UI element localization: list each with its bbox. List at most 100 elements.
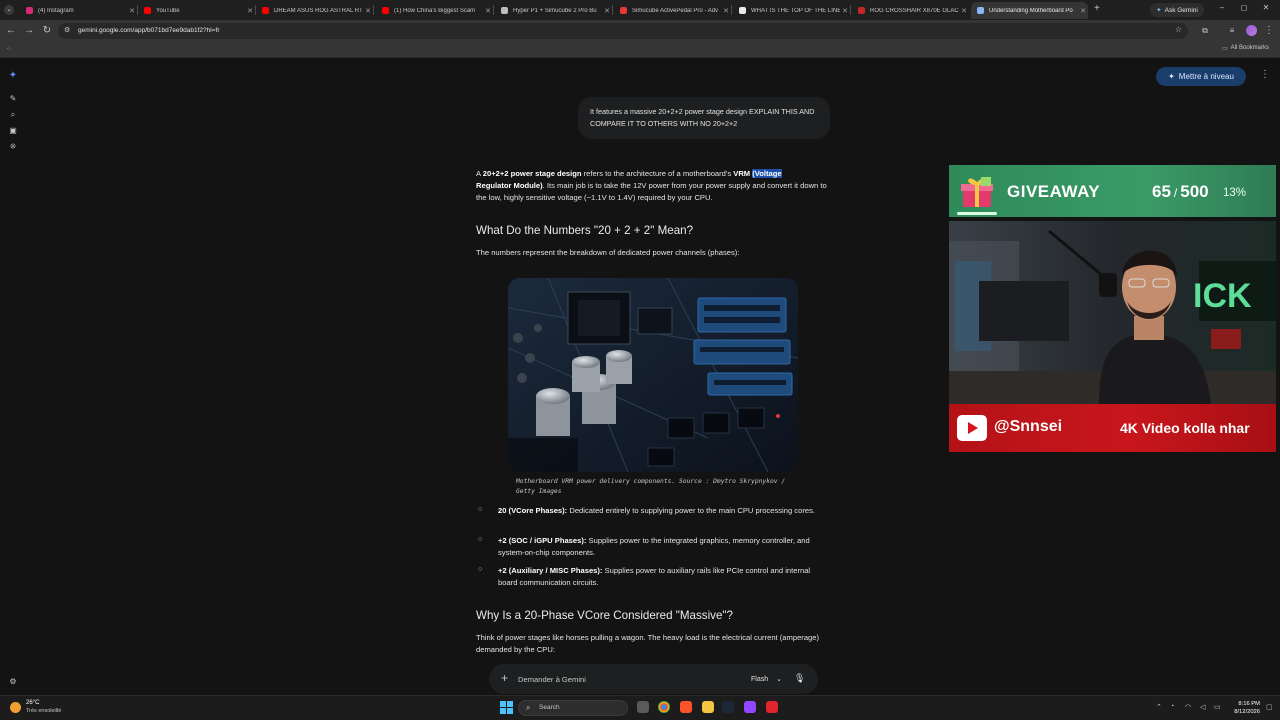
search-icon: ⌕ — [526, 703, 531, 712]
tab-close-icon[interactable]: ✕ — [840, 7, 850, 15]
settings-icon[interactable]: ⚙ — [8, 677, 18, 686]
network-icon[interactable]: ◔ — [1170, 703, 1174, 710]
giveaway-banner: GIVEAWAY 65/500 13% — [949, 165, 1276, 217]
tab-close-icon[interactable]: ✕ — [602, 7, 612, 15]
browser-tab[interactable]: Hyper P1 + Simucube 2 Pro Bu ✕ — [495, 2, 612, 19]
windows-logo-icon — [500, 701, 513, 714]
giveaway-count: 65/500 — [1152, 182, 1209, 201]
browser-tab[interactable]: (4) Instagram ✕ — [20, 2, 137, 19]
new-chat-icon[interactable]: ✎ — [8, 94, 18, 103]
app-icon[interactable] — [766, 701, 778, 713]
tab-close-icon[interactable]: ✕ — [1078, 7, 1088, 15]
apps-icon[interactable]: ⁘ — [6, 45, 12, 53]
tray-overflow-icon[interactable]: ⌃ — [1156, 703, 1162, 711]
tab-title: Simucube ActivePedal Pro - Adv — [632, 7, 719, 14]
browser-tab[interactable]: WHAT IS THE TOP OF THE LINE ✕ — [733, 2, 850, 19]
tab-favicon-icon — [739, 7, 746, 14]
tab-close-icon[interactable]: ✕ — [721, 7, 731, 15]
clock-date: 8/12/2026 — [1234, 709, 1260, 715]
chevron-down-icon: ⌄ — [776, 676, 782, 683]
all-bookmarks-button[interactable]: ▭ All Bookmarks — [1222, 45, 1269, 52]
battery-icon[interactable]: ▭ — [1214, 703, 1221, 711]
bookmark-star-icon[interactable]: ☆ — [1175, 25, 1182, 34]
windows-taskbar: 26°C Très ensoleillé ⌕ Search ⌃ ◔ ◠ ◁ ▭ … — [0, 695, 1280, 720]
motherboard-vrm-image[interactable] — [508, 278, 798, 472]
obs-icon[interactable] — [744, 701, 756, 713]
back-icon[interactable]: ← — [4, 24, 18, 38]
list-item: +2 (SOC / iGPU Phases): Supplies power t… — [498, 535, 828, 559]
browser-tab[interactable]: (1) How China's Biggest Scam ✕ — [376, 2, 493, 19]
task-view-icon[interactable] — [637, 701, 649, 713]
upgrade-button[interactable]: ✦ Mettre à niveau — [1156, 67, 1246, 86]
tab-title: WHAT IS THE TOP OF THE LINE — [751, 7, 840, 14]
browser-menu-icon[interactable]: ⋮ — [1262, 24, 1276, 38]
model-label: Flash — [751, 676, 769, 683]
page-menu-icon[interactable]: ⋮ — [1260, 69, 1270, 80]
file-explorer-icon[interactable] — [702, 701, 714, 713]
gemini-logo-icon[interactable]: ✦ — [8, 70, 18, 81]
search-icon[interactable]: ⌕ — [8, 110, 18, 120]
intro-bold-2: VRM — [733, 169, 753, 178]
media-control-icon[interactable]: ≡ — [1225, 24, 1239, 38]
maximize-window-icon[interactable]: ◻ — [1234, 3, 1254, 12]
tab-separator — [373, 5, 374, 15]
gems-icon[interactable]: ⁜ — [8, 142, 18, 151]
tab-close-icon[interactable]: ✕ — [959, 7, 969, 15]
weather-temperature: 26°C — [26, 700, 40, 706]
list-item-term: 20 (VCore Phases): — [498, 506, 568, 515]
browser-tab[interactable]: DREAM ASUS ROG ASTRAL RTX ✕ — [256, 2, 373, 19]
close-window-icon[interactable]: ✕ — [1256, 3, 1276, 12]
wifi-icon[interactable]: ◠ — [1185, 703, 1191, 711]
webcam-image: ICK — [949, 221, 1276, 404]
chrome-icon[interactable] — [658, 701, 670, 713]
start-button[interactable] — [500, 701, 513, 714]
notification-icon[interactable]: ▢ — [1266, 703, 1273, 711]
tab-title: (4) Instagram — [38, 7, 74, 14]
taskbar-clock[interactable]: 8:16 PM 8/12/2026 — [1226, 700, 1260, 716]
tab-close-icon[interactable]: ✕ — [245, 7, 255, 15]
browser-tab[interactable]: ROG CROSSHAIR X870E GLACI ✕ — [852, 2, 969, 19]
address-bar[interactable]: ⚙ gemini.google.com/app/b071bd7ee9dab1f2… — [58, 23, 1188, 39]
steam-icon[interactable] — [722, 701, 734, 713]
list-item-term: +2 (SOC / iGPU Phases): — [498, 536, 587, 545]
volume-icon[interactable]: ◁ — [1200, 703, 1205, 711]
brave-icon[interactable] — [680, 701, 692, 713]
forward-icon[interactable]: → — [22, 24, 36, 38]
tab-favicon-icon — [620, 7, 627, 14]
list-bullet-icon: ○ — [478, 506, 483, 513]
intro-bold-1: 20+2+2 power stage design — [482, 169, 582, 178]
tab-close-icon[interactable]: ✕ — [363, 7, 373, 15]
library-icon[interactable]: ▣ — [8, 126, 18, 135]
taskbar-search[interactable]: ⌕ Search — [518, 700, 628, 716]
site-info-icon[interactable]: ⚙ — [64, 26, 70, 34]
browser-tab[interactable]: Simucube ActivePedal Pro - Adv ✕ — [614, 2, 731, 19]
browser-tab-strip: ⌄ (4) Instagram ✕ YouTube ✕ DREAM ASUS ROG A… — [0, 0, 1280, 20]
model-selector[interactable]: Flash ⌄ — [751, 675, 782, 683]
tab-title: ROG CROSSHAIR X870E GLACI — [870, 7, 959, 14]
tab-favicon-icon — [26, 7, 33, 14]
intro-highlighted-selection: (Voltage — [752, 169, 782, 178]
microphone-icon[interactable]: 🎙 — [794, 673, 805, 684]
tab-close-icon[interactable]: ✕ — [127, 7, 137, 15]
extensions-icon[interactable]: ⧉ — [1198, 24, 1212, 38]
add-attachment-icon[interactable]: + — [501, 671, 508, 685]
tab-favicon-icon — [144, 7, 151, 14]
profile-avatar[interactable] — [1246, 25, 1257, 36]
reload-icon[interactable]: ↻ — [40, 24, 54, 38]
browser-tab[interactable]: Understanding Motherboard Po ✕ — [971, 2, 1088, 19]
tab-favicon-icon — [382, 7, 389, 14]
browser-tab[interactable]: YouTube ✕ — [138, 2, 255, 19]
new-tab-button[interactable]: + — [1094, 3, 1100, 14]
minimize-window-icon[interactable]: – — [1212, 3, 1232, 12]
upgrade-label: Mettre à niveau — [1178, 72, 1234, 81]
tab-close-icon[interactable]: ✕ — [483, 7, 493, 15]
tab-favicon-icon — [858, 7, 865, 14]
prompt-input-box[interactable]: + Demander à Gemini Flash ⌄ 🎙 — [489, 664, 818, 694]
tab-title: Hyper P1 + Simucube 2 Pro Bu — [513, 7, 597, 14]
user-prompt-text: It features a massive 20+2+2 power stage… — [590, 107, 815, 128]
ask-gemini-button[interactable]: ✦ Ask Gemini — [1150, 3, 1204, 17]
youtube-logo-icon — [957, 415, 987, 441]
prompt-placeholder[interactable]: Demander à Gemini — [518, 675, 586, 684]
sun-icon — [10, 702, 21, 713]
tab-search-icon[interactable]: ⌄ — [4, 5, 14, 15]
